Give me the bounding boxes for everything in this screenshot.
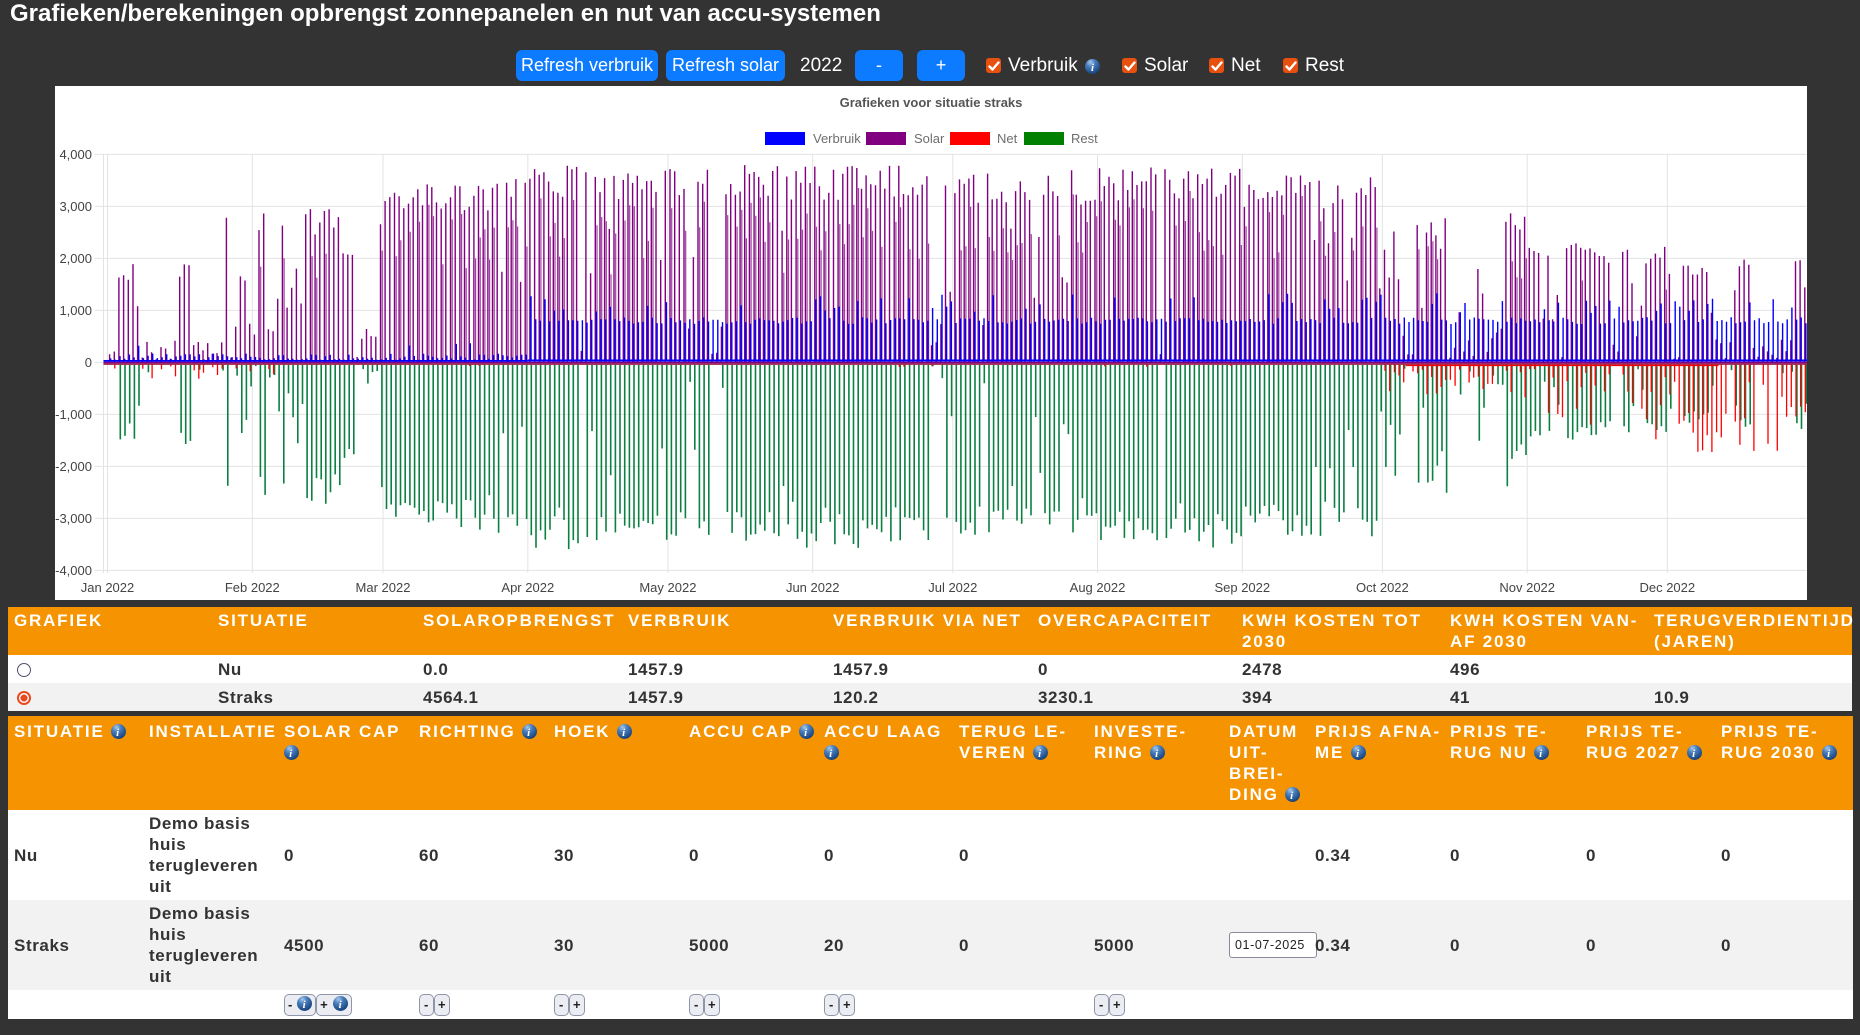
svg-text:i: i [1539, 748, 1544, 760]
svg-text:i: i [527, 727, 532, 739]
svg-text:May 2022: May 2022 [639, 580, 696, 595]
svg-text:i: i [338, 999, 342, 1011]
svg-text:Sep 2022: Sep 2022 [1214, 580, 1270, 595]
svg-text:-3,000: -3,000 [55, 511, 92, 526]
svg-text:i: i [1038, 748, 1043, 760]
svg-text:Mar 2022: Mar 2022 [356, 580, 411, 595]
svg-text:2,000: 2,000 [59, 251, 92, 266]
svg-text:Solar: Solar [914, 131, 945, 146]
svg-text:Grafieken voor situatie straks: Grafieken voor situatie straks [840, 95, 1023, 110]
svg-text:Feb 2022: Feb 2022 [225, 580, 280, 595]
svg-text:-4,000: -4,000 [55, 563, 92, 578]
svg-text:i: i [116, 727, 121, 739]
svg-text:i: i [829, 748, 834, 760]
svg-text:i: i [1155, 748, 1160, 760]
svg-text:Dec 2022: Dec 2022 [1639, 580, 1695, 595]
svg-text:i: i [1692, 748, 1697, 760]
svg-text:i: i [804, 727, 809, 739]
svg-text:i: i [1356, 748, 1361, 760]
svg-text:i: i [622, 727, 627, 739]
svg-text:i: i [289, 748, 294, 760]
svg-text:Net: Net [997, 131, 1018, 146]
svg-text:i: i [1827, 748, 1832, 760]
svg-text:Jul 2022: Jul 2022 [928, 580, 977, 595]
svg-text:3,000: 3,000 [59, 199, 92, 214]
svg-text:Jun 2022: Jun 2022 [786, 580, 840, 595]
svg-text:i: i [303, 999, 307, 1011]
svg-text:-2,000: -2,000 [55, 459, 92, 474]
svg-text:1,000: 1,000 [59, 303, 92, 318]
svg-text:Verbruik: Verbruik [813, 131, 861, 146]
svg-text:Rest: Rest [1071, 131, 1098, 146]
svg-text:0: 0 [85, 355, 92, 370]
svg-text:4,000: 4,000 [59, 147, 92, 162]
svg-text:Aug 2022: Aug 2022 [1070, 580, 1126, 595]
svg-text:Nov 2022: Nov 2022 [1499, 580, 1555, 595]
svg-text:i: i [1290, 790, 1295, 802]
svg-text:Apr 2022: Apr 2022 [501, 580, 554, 595]
svg-text:Oct 2022: Oct 2022 [1356, 580, 1409, 595]
svg-text:-1,000: -1,000 [55, 407, 92, 422]
svg-text:Jan 2022: Jan 2022 [81, 580, 135, 595]
